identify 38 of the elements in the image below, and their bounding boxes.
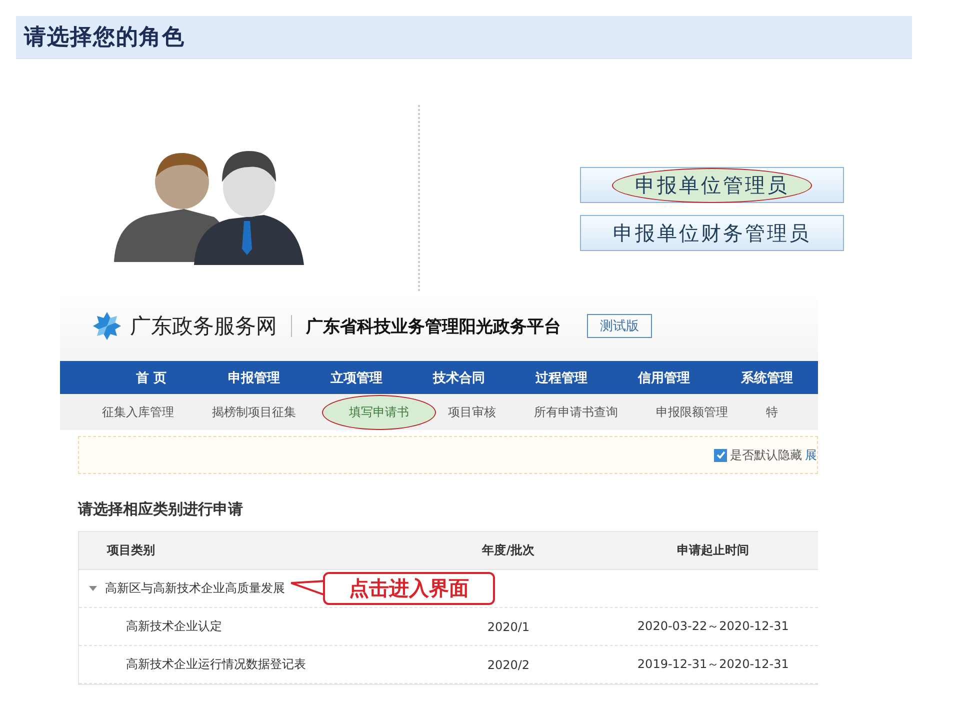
subnav-tab[interactable]: 项目审核 xyxy=(436,398,508,426)
subnav-tab[interactable]: 填写申请书 xyxy=(322,394,436,430)
expand-link[interactable]: 展 xyxy=(805,446,817,464)
version-badge: 测试版 xyxy=(587,314,652,338)
table-cell-text: 2020/2 xyxy=(486,658,531,672)
section-title: 请选择相应类别进行申请 xyxy=(78,500,244,519)
subnav-tab[interactable]: 特 xyxy=(754,398,790,426)
nav-item[interactable]: 首 页 xyxy=(100,368,203,386)
leader-line xyxy=(291,578,325,598)
snowflake-logo-icon xyxy=(92,311,122,341)
platform-name: 广东省科技业务管理阳光政务平台 xyxy=(306,316,561,338)
role-button[interactable]: 申报单位管理员 xyxy=(580,167,844,203)
nav-item[interactable]: 技术合同 xyxy=(408,368,510,386)
subnav-tab[interactable]: 所有申请书查询 xyxy=(522,398,630,426)
column-header: 年度/批次 xyxy=(480,542,536,559)
column-header: 项目类别 xyxy=(106,542,156,559)
role-button[interactable]: 申报单位财务管理员 xyxy=(580,215,844,251)
nav-item[interactable]: 过程管理 xyxy=(510,368,613,386)
nav-item[interactable]: 申报管理 xyxy=(202,368,306,386)
panel-title: 请选择您的角色 xyxy=(24,24,185,52)
table-cell-text: 2020/1 xyxy=(486,620,531,634)
group-name: 高新区与高新技术企业高质量发展 xyxy=(105,580,285,597)
subnav-tab[interactable]: 征集入库管理 xyxy=(90,398,186,426)
table-cell-text: 2020-03-22～2020-12-31 xyxy=(636,618,790,635)
hide-checkbox[interactable] xyxy=(714,448,727,462)
table-cell-text: 2019-12-31～2020-12-31 xyxy=(636,656,790,673)
nav-item[interactable]: 系统管理 xyxy=(715,368,818,386)
nav-item[interactable]: 信用管理 xyxy=(612,368,716,386)
category-link[interactable]: 高新技术企业运行情况数据登记表 xyxy=(79,656,409,673)
nav-item[interactable]: 立项管理 xyxy=(305,368,408,386)
checkbox-label: 是否默认隐藏 xyxy=(730,446,802,464)
column-header: 申请起止时间 xyxy=(676,542,750,559)
category-link[interactable]: 高新技术企业认定 xyxy=(79,618,409,635)
expanded-triangle-icon[interactable] xyxy=(89,586,97,592)
subnav-tab[interactable]: 申报限额管理 xyxy=(644,398,740,426)
group-row[interactable]: 高新区与高新技术企业高质量发展 点击进入界面 xyxy=(79,570,818,608)
site-name: 广东政务服务网 xyxy=(130,313,277,340)
subnav-tab[interactable]: 揭榜制项目征集 xyxy=(200,398,308,426)
